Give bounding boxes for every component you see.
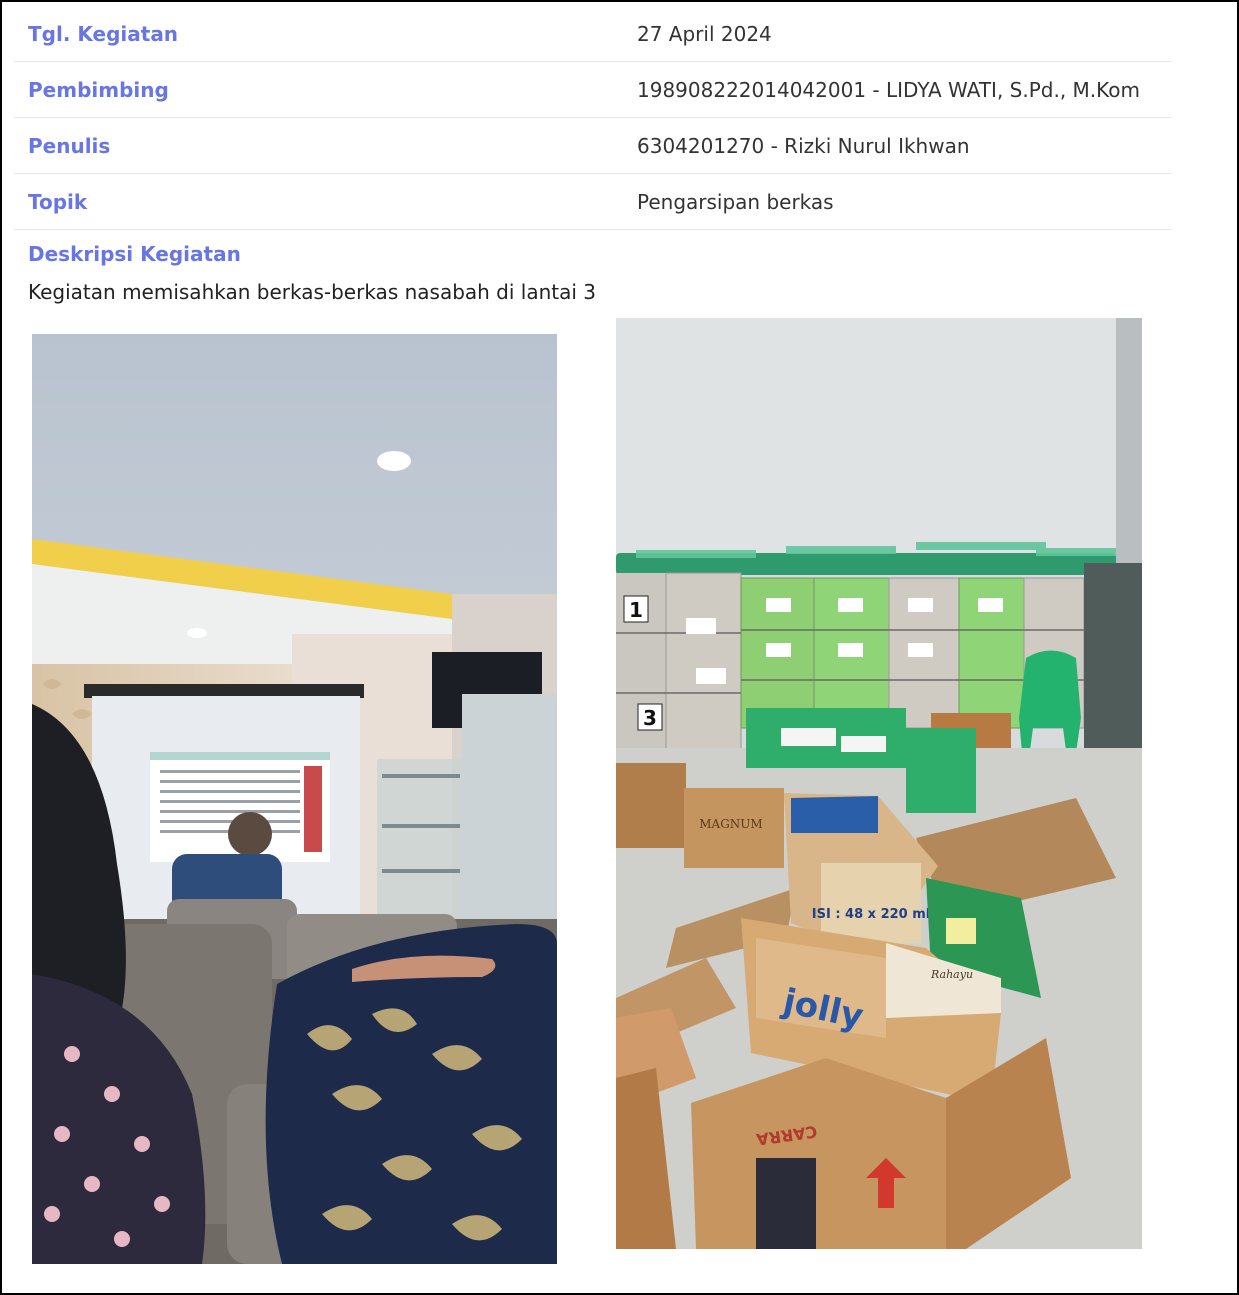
date-value: 27 April 2024 xyxy=(637,21,772,46)
writer-label: Penulis xyxy=(28,133,111,158)
description-text: Kegiatan memisahkan berkas-berkas nasaba… xyxy=(28,280,597,304)
topic-value: Pengarsipan berkas xyxy=(637,189,834,214)
drawer-number-3: 3 xyxy=(643,706,657,730)
detail-row-writer: Penulis 6304201270 - Rizki Nurul Ikhwan xyxy=(14,118,1172,174)
writer-value: 6304201270 - Rizki Nurul Ikhwan xyxy=(637,133,970,158)
activity-photo-archive: 1 3 MAGNUM ISI : 48 x 220 ml jolly Rahay… xyxy=(616,318,1142,1249)
drawer-number-1: 1 xyxy=(629,598,643,622)
supervisor-value: 198908222014042001 - LIDYA WATI, S.Pd., … xyxy=(637,77,1140,102)
topic-label: Topik xyxy=(28,189,88,214)
presentation-photo-drawing xyxy=(32,334,557,1264)
date-label: Tgl. Kegiatan xyxy=(28,21,179,46)
activity-detail-table: Tgl. Kegiatan 27 April 2024 Pembimbing 1… xyxy=(14,6,1172,230)
description-title: Deskripsi Kegiatan xyxy=(28,242,241,266)
archive-photo-drawing: 1 3 MAGNUM ISI : 48 x 220 ml jolly Rahay… xyxy=(616,318,1142,1249)
box-label-isi: ISI : 48 x 220 ml xyxy=(812,907,930,922)
handwritten-label-rahayu: Rahayu xyxy=(930,968,973,981)
box-label-magnum: MAGNUM xyxy=(699,817,762,831)
detail-row-topic: Topik Pengarsipan berkas xyxy=(14,174,1172,230)
detail-row-date: Tgl. Kegiatan 27 April 2024 xyxy=(14,6,1172,62)
supervisor-label: Pembimbing xyxy=(28,77,169,102)
activity-photo-presentation xyxy=(32,334,557,1264)
detail-row-supervisor: Pembimbing 198908222014042001 - LIDYA WA… xyxy=(14,62,1172,118)
